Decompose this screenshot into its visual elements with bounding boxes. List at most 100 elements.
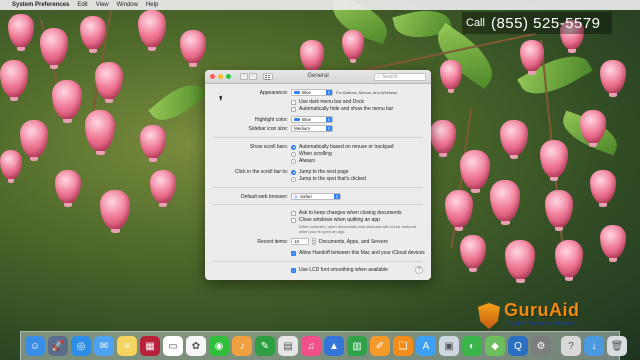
help-icon[interactable]: ? — [561, 336, 581, 356]
calendar-icon[interactable]: ▭ — [163, 336, 183, 356]
menu-edit[interactable]: Edit — [77, 2, 87, 8]
dark-menu-label: Use dark menu bar and Dock — [299, 99, 365, 105]
menu-bar: System Preferences Edit View Window Help — [0, 0, 640, 10]
evernote-icon[interactable]: ✎ — [255, 336, 275, 356]
highlight-value: Blue — [302, 117, 312, 122]
launchpad-icon[interactable]: 🚀 — [48, 336, 68, 356]
recent-items-field[interactable]: 10 — [291, 238, 309, 245]
scroll-auto-label: Automatically based on mouse or trackpad — [299, 144, 394, 150]
scroll-bars-label: Show scroll bars: — [249, 144, 288, 150]
downloads-icon[interactable]: ↓ — [584, 336, 604, 356]
lcd-smoothing-checkbox[interactable]: ✓ — [291, 267, 296, 273]
auto-hide-menu-label: Automatically hide and show the menu bar — [299, 106, 394, 112]
appearance-value: Blue — [302, 90, 312, 95]
mail-icon[interactable]: ✉ — [94, 336, 114, 356]
pages-icon[interactable]: ✐ — [370, 336, 390, 356]
scroll-when-scrolling-label: When scrolling — [299, 151, 332, 157]
general-preferences-window: ‹ › General ⌕ Search Appearance: Blue ⇕ … — [205, 70, 431, 280]
scroll-when-scrolling-radio[interactable] — [291, 151, 296, 157]
appearance-popup[interactable]: Blue ⇕ — [291, 89, 333, 96]
divider — [213, 187, 423, 188]
handoff-label: Allow Handoff between this Mac and your … — [299, 250, 425, 256]
app-store-icon[interactable]: A — [416, 336, 436, 356]
zoom-window-button[interactable] — [226, 74, 231, 79]
jump-to-spot-radio[interactable] — [291, 176, 296, 182]
popup-arrow-icon: ⇕ — [326, 126, 332, 131]
handoff-checkbox[interactable]: ✓ — [291, 250, 296, 256]
appearance-label: Appearance: — [259, 90, 288, 96]
minimize-window-button[interactable] — [218, 74, 223, 79]
ibooks-icon[interactable]: ❑ — [393, 336, 413, 356]
safari-small-icon: ◎ — [294, 193, 298, 199]
blue-swatch-icon — [294, 91, 300, 94]
preferences-content: Appearance: Blue ⇕ For Buttons, Menus, a… — [205, 84, 431, 280]
forward-button[interactable]: › — [249, 73, 257, 80]
quicktime-icon[interactable]: Q — [508, 336, 528, 356]
jump-to-spot-label: Jump to the spot that's clicked — [299, 176, 366, 182]
preview-icon[interactable]: ▣ — [439, 336, 459, 356]
dark-menu-checkbox[interactable] — [291, 99, 296, 105]
close-windows-label: Close windows when quitting an app — [299, 217, 380, 223]
recent-items-label: Recent items: — [257, 239, 288, 245]
notes-app-icon[interactable]: ▤ — [278, 336, 298, 356]
close-window-button[interactable] — [210, 74, 215, 79]
close-windows-checkbox[interactable] — [291, 217, 296, 223]
shield-logo-icon — [478, 303, 500, 329]
menu-app-name[interactable]: System Preferences — [12, 2, 69, 8]
guruaid-logo: GuruAid Trusted Technical Support — [478, 300, 618, 334]
call-number: (855) 525-5579 — [490, 14, 601, 32]
search-icon: ⌕ — [377, 74, 380, 80]
photos-icon[interactable]: ✿ — [186, 336, 206, 356]
facetime-icon[interactable]: ◐ — [462, 336, 482, 356]
sidebar-icon-size-popup[interactable]: Medium ⇕ — [291, 125, 333, 132]
itunes-icon[interactable]: ♫ — [301, 336, 321, 356]
logo-word: GuruAid — [504, 300, 580, 320]
popup-arrow-icon: ⇕ — [326, 90, 332, 95]
show-all-grid-icon[interactable] — [263, 73, 273, 80]
recent-items-suffix: Documents, Apps, and Servers — [319, 238, 388, 245]
call-label: Call — [466, 17, 485, 29]
recent-items-stepper[interactable]: ▴ ▾ — [312, 238, 316, 245]
menu-view[interactable]: View — [96, 2, 109, 8]
garageband-icon[interactable]: ♪ — [232, 336, 252, 356]
maps-icon[interactable]: ◆ — [485, 336, 505, 356]
scroll-always-radio[interactable] — [291, 158, 296, 164]
click-scroll-label: Click in the scroll bar to: — [234, 169, 288, 175]
recent-items-value: 10 — [294, 239, 300, 244]
lcd-smoothing-label: Use LCD font smoothing when available — [299, 267, 388, 273]
blue-swatch-icon — [294, 118, 300, 121]
ask-keep-changes-checkbox[interactable] — [291, 210, 296, 216]
highlight-label: Highlight color: — [254, 117, 288, 123]
ask-keep-changes-label: Ask to keep changes when closing documen… — [299, 210, 402, 216]
messages-icon[interactable]: ◉ — [209, 336, 229, 356]
trash-icon[interactable]: 🗑 — [607, 336, 627, 356]
back-button[interactable]: ‹ — [240, 73, 248, 80]
highlight-popup[interactable]: Blue ⇕ — [291, 116, 333, 123]
keynote-icon[interactable]: ▲ — [324, 336, 344, 356]
divider — [213, 204, 423, 205]
menu-help[interactable]: Help — [146, 2, 158, 8]
search-placeholder: Search — [381, 74, 398, 80]
scroll-always-label: Always — [299, 158, 315, 164]
auto-hide-menu-checkbox[interactable] — [291, 106, 296, 112]
finder-icon[interactable]: ☺ — [25, 336, 45, 356]
numbers-icon[interactable]: ▥ — [347, 336, 367, 356]
dock: ☺ 🚀 ◎ ✉ ≡ ▦ ▭ ✿ ◉ ♪ ✎ ▤ ♫ ▲ ▥ ✐ ❑ A ▣ ◐ ◆ Q ⚙? ↓ 🗑 — [20, 331, 627, 360]
window-titlebar: ‹ › General ⌕ Search — [205, 70, 431, 84]
help-button[interactable]: ? — [415, 266, 423, 274]
scroll-auto-radio[interactable] — [291, 144, 296, 150]
notes-icon[interactable]: ≡ — [117, 336, 137, 356]
photo-booth-icon[interactable]: ▦ — [140, 336, 160, 356]
default-browser-popup[interactable]: ◎ Safari ⇕ — [291, 193, 341, 200]
jump-next-page-label: Jump to the next page — [299, 169, 349, 175]
default-browser-label: Default web browser: — [241, 194, 288, 200]
default-browser-value: Safari — [299, 194, 312, 199]
system-preferences-icon[interactable]: ⚙ — [531, 336, 551, 356]
menu-window[interactable]: Window — [117, 2, 138, 8]
call-banner: Call (855) 525-5579 — [462, 12, 612, 34]
search-input[interactable]: ⌕ Search — [374, 73, 426, 81]
safari-icon[interactable]: ◎ — [71, 336, 91, 356]
nav-buttons: ‹ › — [240, 73, 257, 80]
jump-next-page-radio[interactable] — [291, 169, 296, 175]
divider — [213, 137, 423, 138]
